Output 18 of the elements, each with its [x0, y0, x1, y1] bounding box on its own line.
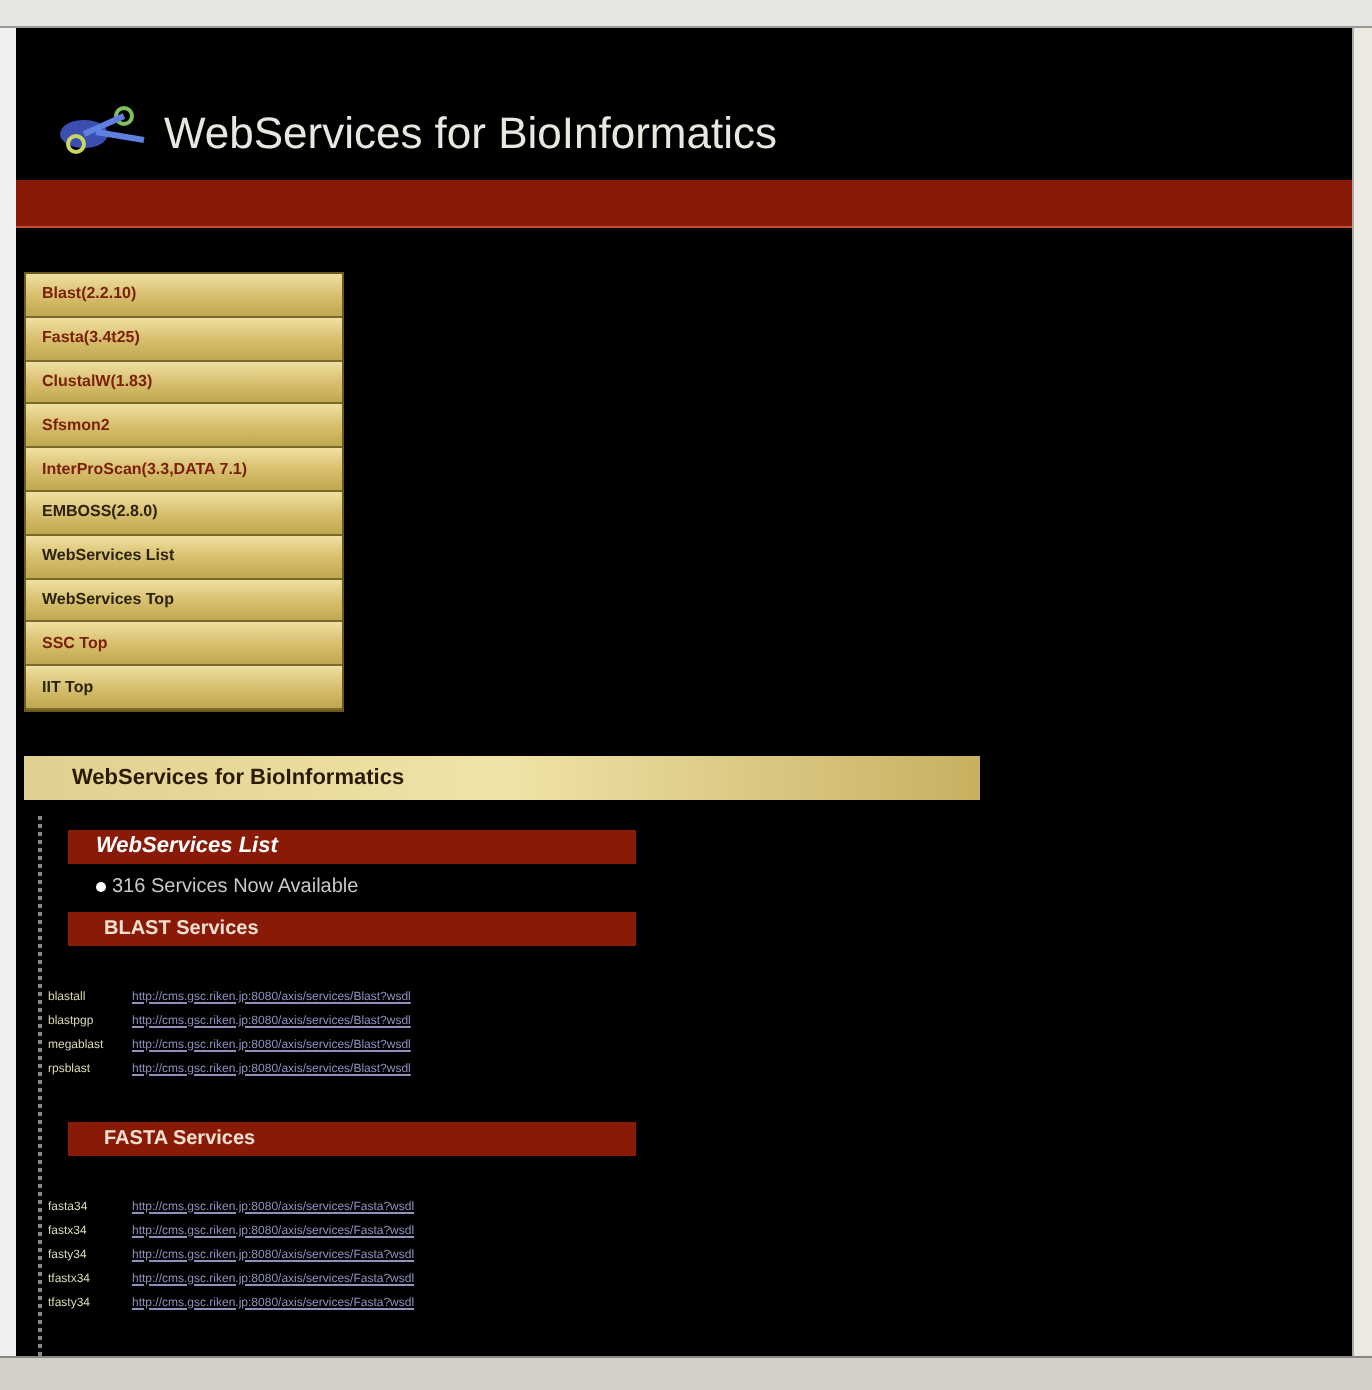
group-heading: FASTA Services: [68, 1122, 636, 1156]
menu-item[interactable]: InterProScan(3.3,DATA 7.1): [26, 448, 342, 492]
menu-item[interactable]: Blast(2.2.10): [26, 274, 342, 318]
menu-item[interactable]: ClustalW(1.83): [26, 361, 342, 405]
available-count: 316 Services Now Available: [112, 874, 359, 903]
menu-item[interactable]: WebServices List: [26, 535, 342, 580]
site-title: WebServices for BioInformatics: [164, 112, 777, 156]
menu-item[interactable]: Sfsmon2: [26, 404, 342, 449]
scrollbar[interactable]: [1352, 28, 1372, 1356]
bullet-icon: [96, 882, 106, 893]
menu-item[interactable]: WebServices Top: [26, 579, 342, 623]
menu-item[interactable]: IIT Top: [26, 666, 342, 710]
section-title: WebServices for BioInformatics: [72, 763, 405, 794]
menu-item[interactable]: Fasta(3.4t25): [26, 317, 342, 362]
group-heading: BLAST Services: [68, 912, 636, 946]
menu-item[interactable]: EMBOSS(2.8.0): [26, 491, 342, 536]
menu-item[interactable]: SSC Top: [26, 622, 342, 667]
list-heading: WebServices List: [68, 830, 636, 864]
